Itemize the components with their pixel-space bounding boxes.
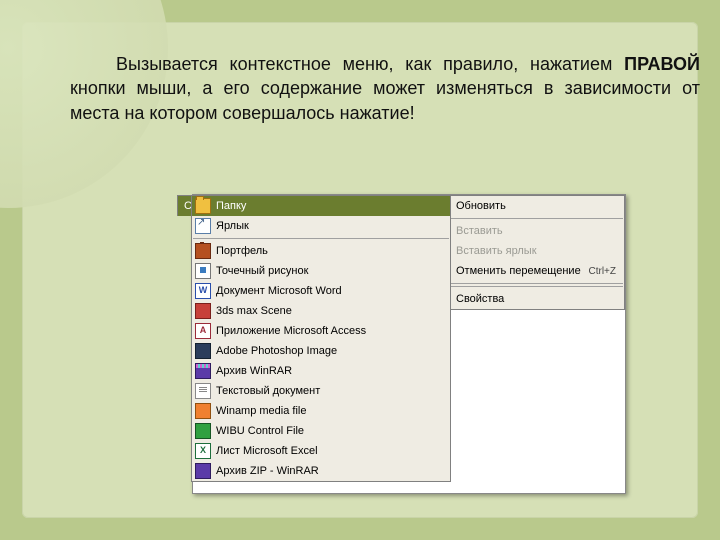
- sub-item-label: Лист Microsoft Excel: [216, 445, 450, 457]
- context-menu: Упорядочить значки ▶ Обновить Вставить В…: [449, 195, 625, 310]
- sub-item-label: Точечный рисунок: [216, 265, 450, 277]
- ctx-properties[interactable]: Свойства: [450, 289, 624, 309]
- folder-icon: [194, 197, 212, 215]
- sub-briefcase[interactable]: Портфель: [192, 241, 450, 261]
- description-paragraph: Вызывается контекстное меню, как правило…: [70, 52, 700, 125]
- sub-access[interactable]: A Приложение Microsoft Access: [192, 321, 450, 341]
- winrar-icon: [194, 362, 212, 380]
- slide-card: Вызывается контекстное меню, как правило…: [22, 22, 698, 518]
- sub-photoshop[interactable]: Adobe Photoshop Image: [192, 341, 450, 361]
- sub-item-label: Архив WinRAR: [216, 365, 450, 377]
- sub-item-label: WIBU Control File: [216, 425, 450, 437]
- menu-screenshot: Упорядочить значки ▶ Обновить Вставить В…: [192, 194, 626, 494]
- sub-item-label: Ярлык: [216, 220, 450, 232]
- menu-separator: [451, 218, 623, 219]
- paragraph-bold: ПРАВОЙ: [624, 54, 700, 74]
- excel-icon: X: [194, 442, 212, 460]
- ctx-shortcut: Ctrl+Z: [589, 266, 617, 277]
- ctx-item-label: Вставить ярлык: [456, 245, 537, 257]
- sub-item-label: Папку: [216, 200, 450, 212]
- sub-bmp[interactable]: Точечный рисунок: [192, 261, 450, 281]
- sub-wibu[interactable]: WIBU Control File: [192, 421, 450, 441]
- textfile-icon: [194, 382, 212, 400]
- paragraph-prefix: Вызывается контекстное меню, как правило…: [116, 54, 624, 74]
- sub-item-label: Архив ZIP - WinRAR: [216, 465, 450, 477]
- sub-winamp[interactable]: Winamp media file: [192, 401, 450, 421]
- 3dsmax-icon: [194, 302, 212, 320]
- sub-item-label: Документ Microsoft Word: [216, 285, 450, 297]
- ctx-item-label: Свойства: [456, 293, 504, 305]
- menu-separator: [451, 283, 623, 284]
- ctx-item-label: Отменить перемещение: [456, 265, 581, 277]
- ctx-item-label: Вставить: [456, 225, 503, 237]
- shortcut-icon: [194, 217, 212, 235]
- sub-item-label: Портфель: [216, 245, 450, 257]
- ctx-item-label: Обновить: [456, 200, 506, 212]
- ctx-undo-move[interactable]: Отменить перемещение Ctrl+Z: [450, 261, 624, 281]
- menu-separator: [193, 238, 449, 239]
- sub-shortcut[interactable]: Ярлык: [192, 216, 450, 236]
- photoshop-icon: [194, 342, 212, 360]
- sub-item-label: 3ds max Scene: [216, 305, 450, 317]
- sub-winrar[interactable]: Архив WinRAR: [192, 361, 450, 381]
- sub-3dsmax[interactable]: 3ds max Scene: [192, 301, 450, 321]
- bitmap-icon: [194, 262, 212, 280]
- word-icon: W: [194, 282, 212, 300]
- sub-textfile[interactable]: Текстовый документ: [192, 381, 450, 401]
- sub-item-label: Текстовый документ: [216, 385, 450, 397]
- create-submenu: Папку Ярлык Портфель Точечный рисунок: [191, 195, 451, 482]
- access-icon: A: [194, 322, 212, 340]
- wibu-icon: [194, 422, 212, 440]
- ctx-paste-link: Вставить ярлык: [450, 241, 624, 261]
- ctx-refresh[interactable]: Обновить: [450, 196, 624, 216]
- sub-folder[interactable]: Папку: [192, 196, 450, 216]
- zip-icon: [194, 462, 212, 480]
- sub-item-label: Приложение Microsoft Access: [216, 325, 450, 337]
- sub-excel[interactable]: X Лист Microsoft Excel: [192, 441, 450, 461]
- menu-separator: [451, 286, 623, 287]
- briefcase-icon: [194, 242, 212, 260]
- winamp-icon: [194, 402, 212, 420]
- sub-zip[interactable]: Архив ZIP - WinRAR: [192, 461, 450, 481]
- sub-item-label: Adobe Photoshop Image: [216, 345, 450, 357]
- ctx-paste: Вставить: [450, 221, 624, 241]
- sub-word[interactable]: W Документ Microsoft Word: [192, 281, 450, 301]
- paragraph-suffix: кнопки мыши, а его содержание может изме…: [70, 78, 700, 122]
- sub-item-label: Winamp media file: [216, 405, 450, 417]
- slide: Вызывается контекстное меню, как правило…: [0, 0, 720, 540]
